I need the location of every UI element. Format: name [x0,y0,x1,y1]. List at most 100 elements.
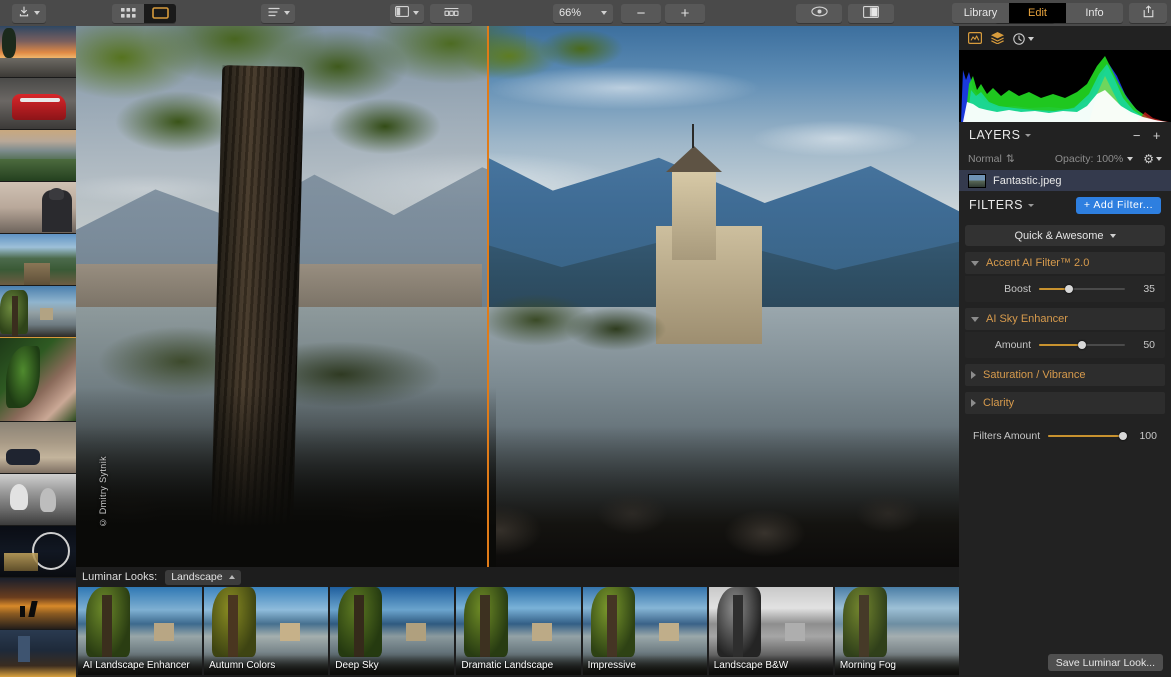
panels-toggle-button[interactable] [390,4,424,23]
right-side-panel: LAYERS − + Normal ⇅ Opacity: 100% ⚙ Fant… [959,26,1171,677]
slider-label: Amount [975,339,1031,351]
filter-group-name: Accent AI Filter™ 2.0 [986,257,1089,269]
histogram-display [959,50,1171,122]
look-item-label: Deep Sky [335,660,378,671]
histogram-icon[interactable] [968,32,982,47]
looks-category-dropdown[interactable]: Landscape [165,570,240,585]
luminar-app-window: 66% − + Tools Library Edi [0,0,1171,677]
zoom-in-button[interactable]: + [665,4,705,23]
save-luminar-look-button[interactable]: Save Luminar Look... [1048,654,1163,671]
look-item-label: Landscape B&W [714,660,789,671]
filmstrip-item-street-musician[interactable] [0,182,76,234]
copyright-watermark: © Dmitry Sytnik [98,456,108,528]
zoom-level-dropdown[interactable]: 66% [553,4,613,23]
filmstrip-item-woman-with-leaves[interactable] [0,338,76,422]
filter-group-ai-sky-enhancer[interactable]: AI Sky Enhancer [965,308,1165,330]
zoom-level-value: 66% [559,7,581,19]
after-castle-flag [692,124,694,148]
slider-boost[interactable]: Boost 35 [965,276,1165,302]
sort-button[interactable] [261,4,295,23]
preview-toggle-button[interactable] [796,4,842,23]
filmstrip-item-green-hills-road[interactable] [0,234,76,286]
add-layer-button[interactable]: + [1153,129,1161,142]
filter-group-clarity[interactable]: Clarity [965,392,1165,414]
opacity-chevron-icon [1127,157,1133,161]
look-item-impressive[interactable]: Impressive [583,587,707,675]
filmstrip-item-chillon-castle-lake[interactable] [0,286,76,338]
opacity-value[interactable]: 100% [1096,153,1123,165]
single-image-view-button[interactable] [144,4,176,23]
tab-edit[interactable]: Edit [1009,3,1066,23]
look-item-landscape-bw[interactable]: Landscape B&W [709,587,833,675]
clarity-disclosure-icon[interactable] [971,399,976,407]
filters-title: FILTERS [969,198,1023,212]
remove-layer-button[interactable]: − [1133,129,1141,142]
blend-mode-dropdown[interactable]: Normal [968,153,1002,165]
layers-section-header[interactable]: LAYERS − + [959,122,1171,148]
slider-track[interactable] [1039,344,1125,346]
look-item-ai-landscape-enhancer[interactable]: AI Landscape Enhancer [78,587,202,675]
gear-chevron-icon [1156,157,1162,161]
slider-fill [1039,344,1082,346]
history-chevron-icon [1028,37,1034,41]
image-canvas[interactable]: © Dmitry Sytnik [76,26,959,567]
grid-view-button[interactable] [112,4,144,23]
preset-dropdown[interactable]: Quick & Awesome [965,225,1165,246]
panel-icon-row [959,26,1171,50]
import-button[interactable] [12,4,46,23]
tab-info[interactable]: Info [1066,3,1123,23]
layer-thumbnail [968,174,986,188]
accent-ai-disclosure-icon[interactable] [971,261,979,266]
filmstrip-panel[interactable] [0,26,76,677]
filmstrip-item-red-classic-car[interactable] [0,78,76,130]
filmstrip-item-ferris-wheel-night[interactable] [0,526,76,578]
slider-track[interactable] [1039,288,1125,290]
look-item-dramatic-landscape[interactable]: Dramatic Landscape [456,587,580,675]
filmstrip-item-black-and-white-children[interactable] [0,474,76,526]
look-item-deep-sky[interactable]: Deep Sky [330,587,454,675]
blend-mode-stepper-icon[interactable]: ⇅ [1006,153,1015,165]
tab-library[interactable]: Library [952,3,1009,23]
filters-amount-label: Filters Amount [973,430,1040,442]
saturation-disclosure-icon[interactable] [971,371,976,379]
zoom-out-button[interactable]: − [621,4,661,23]
eye-icon [811,6,828,20]
before-after-split-divider[interactable] [487,26,489,567]
look-item-label: Autumn Colors [209,660,275,671]
filmstrip-item-child-with-pedal-car[interactable] [0,422,76,474]
view-mode-toggle[interactable] [112,4,176,23]
slider-amount[interactable]: Amount 50 [965,332,1165,358]
look-item-morning-fog[interactable]: Morning Fog [835,587,959,675]
history-clock-icon[interactable] [1013,33,1034,45]
looks-category-value: Landscape [171,571,222,583]
filter-group-name: Clarity [983,397,1014,409]
filter-group-saturation-vibrance[interactable]: Saturation / Vibrance [965,364,1165,386]
layers-title: LAYERS [969,128,1020,142]
slider-knob[interactable] [1065,285,1073,293]
foreground-branch-right [446,26,626,92]
gear-icon[interactable]: ⚙ [1143,153,1154,165]
filmstrip-item-mountain-valley[interactable] [0,130,76,182]
slider-value: 35 [1133,283,1155,295]
filters-section-header[interactable]: FILTERS + Add Filter... [959,191,1171,219]
filmstrip-item-beach-sunset[interactable] [0,26,76,78]
look-item-autumn-colors[interactable]: Autumn Colors [204,587,328,675]
layer-row-fantastic[interactable]: Fantastic.jpeg [959,170,1171,191]
filter-group-name: Saturation / Vibrance [983,369,1086,381]
share-export-button[interactable] [1129,3,1167,23]
filters-amount-row[interactable]: Filters Amount 100 [959,424,1171,448]
filmstrip-toggle-button[interactable] [430,4,472,23]
layers-chevron-icon [1025,134,1031,137]
filmstrip-item-sunset-silhouette-jump[interactable] [0,578,76,630]
look-item-label: Dramatic Landscape [461,660,553,671]
layer-name: Fantastic.jpeg [993,175,1061,187]
layers-stack-icon[interactable] [990,31,1005,47]
ai-sky-disclosure-icon[interactable] [971,317,979,322]
filters-amount-knob[interactable] [1119,432,1127,440]
add-filter-button[interactable]: + Add Filter... [1076,197,1161,214]
slider-knob[interactable] [1078,341,1086,349]
compare-button[interactable] [848,4,894,23]
filters-amount-track[interactable] [1048,435,1123,437]
filmstrip-item-city-lights-night[interactable] [0,630,76,677]
filter-group-accent-ai[interactable]: Accent AI Filter™ 2.0 [965,252,1165,274]
